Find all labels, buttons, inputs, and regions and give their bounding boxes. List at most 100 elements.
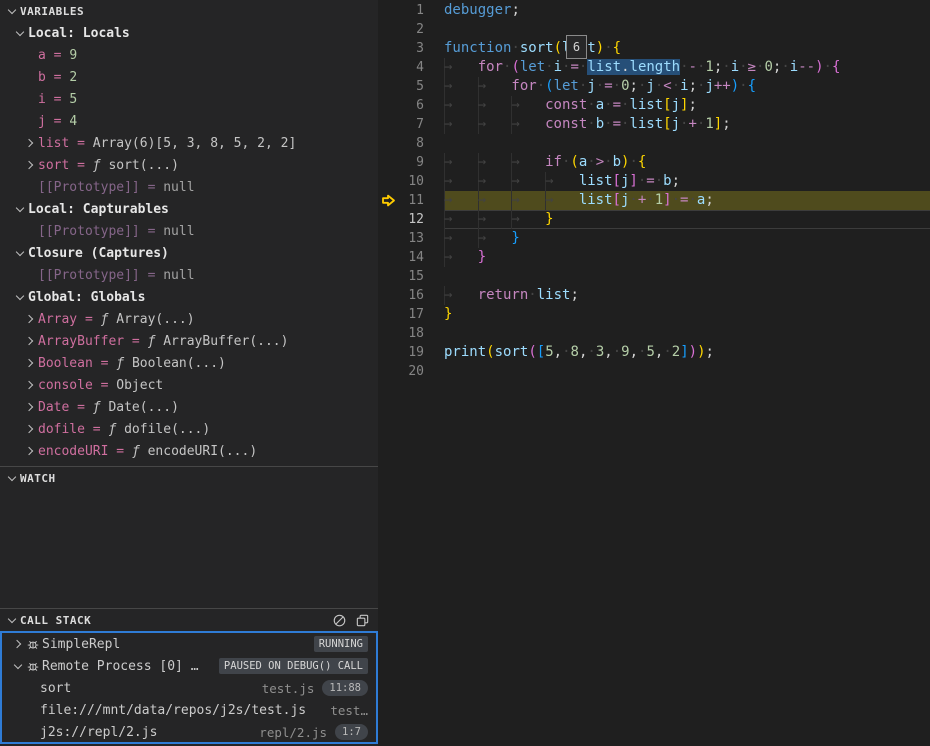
variable-row[interactable]: b = 2 <box>0 66 378 88</box>
line-number[interactable]: 1 <box>398 1 424 20</box>
gutter-margin[interactable] <box>378 210 398 229</box>
code-line-content[interactable] <box>444 362 930 381</box>
variable-row[interactable]: j = 4 <box>0 110 378 132</box>
variable-row[interactable]: console = Object <box>0 374 378 396</box>
line-number[interactable]: 16 <box>398 286 424 305</box>
gutter-margin[interactable] <box>378 39 398 58</box>
call-stack-panel-header[interactable]: CALL STACK <box>0 609 378 631</box>
code-line[interactable]: 11 list[j·+·1]·=·a; <box>378 191 930 210</box>
gutter-margin[interactable] <box>378 153 398 172</box>
code-line-content[interactable]: function·sort(list)·{6 <box>444 39 930 58</box>
line-number[interactable]: 20 <box>398 362 424 381</box>
variable-row[interactable]: [[Prototype]] = null <box>0 220 378 242</box>
code-line-content[interactable]: } <box>444 305 930 324</box>
gutter-margin[interactable] <box>378 1 398 20</box>
call-stack-session-row[interactable]: SimpleReplRUNNING <box>2 633 376 655</box>
scope-row[interactable]: Local: Capturables <box>0 198 378 220</box>
code-line[interactable]: 1 debugger; <box>378 1 930 20</box>
variable-row[interactable]: dofile = ƒ dofile(...) <box>0 418 378 440</box>
variable-row[interactable]: Boolean = ƒ Boolean(...) <box>0 352 378 374</box>
line-number[interactable]: 11 <box>398 191 424 210</box>
gutter-margin[interactable] <box>378 362 398 381</box>
line-number[interactable]: 13 <box>398 229 424 248</box>
code-line[interactable]: 14} <box>378 248 930 267</box>
gutter-margin[interactable] <box>378 286 398 305</box>
variable-row[interactable]: Array = ƒ Array(...) <box>0 308 378 330</box>
code-line-content[interactable]: debugger; <box>444 1 930 20</box>
gutter-margin[interactable] <box>378 96 398 115</box>
code-line-content[interactable]: if·(a·>·b)·{ <box>444 153 930 172</box>
code-line-content[interactable]: for·(let·i·=·list.length·-·1;·i·≥·0;·i--… <box>444 58 930 77</box>
code-line-content[interactable] <box>444 267 930 286</box>
code-line-content[interactable]: const·a·=·list[j]; <box>444 96 930 115</box>
scope-row[interactable]: Global: Globals <box>0 286 378 308</box>
code-line-content[interactable]: } <box>444 229 930 248</box>
gutter-margin[interactable] <box>378 305 398 324</box>
code-line[interactable]: 4 for·(let·i·=·list.length·-·1;·i·≥·0;·i-… <box>378 58 930 77</box>
variable-row[interactable]: ArrayBuffer = ƒ ArrayBuffer(...) <box>0 330 378 352</box>
gutter-margin[interactable] <box>378 324 398 343</box>
line-number[interactable]: 18 <box>398 324 424 343</box>
variable-row[interactable]: sort = ƒ sort(...) <box>0 154 378 176</box>
watch-panel-header[interactable]: WATCH <box>0 467 378 489</box>
code-line-content[interactable]: list[j·+·1]·=·a; <box>444 191 930 210</box>
line-number[interactable]: 15 <box>398 267 424 286</box>
code-line-content[interactable] <box>444 20 930 39</box>
gutter-margin[interactable] <box>378 134 398 153</box>
line-number[interactable]: 12 <box>398 210 424 229</box>
code-line-content[interactable] <box>444 134 930 153</box>
line-number[interactable]: 8 <box>398 134 424 153</box>
call-stack-frame-row[interactable]: j2s://repl/2.jsrepl/2.js1:7 <box>2 721 376 743</box>
code-line-content[interactable]: return·list; <box>444 286 930 305</box>
code-line-content[interactable]: const·b·=·list[j·+·1]; <box>444 115 930 134</box>
line-number[interactable]: 9 <box>398 153 424 172</box>
line-number[interactable]: 10 <box>398 172 424 191</box>
gutter-margin[interactable] <box>378 20 398 39</box>
code-line-content[interactable]: } <box>444 210 930 229</box>
variable-row[interactable]: list = Array(6)[5, 3, 8, 5, 2, 2] <box>0 132 378 154</box>
variable-row[interactable]: a = 9 <box>0 44 378 66</box>
code-line-content[interactable]: } <box>444 248 930 267</box>
line-number[interactable]: 3 <box>398 39 424 58</box>
line-number[interactable]: 19 <box>398 343 424 362</box>
variable-row[interactable]: [[Prototype]] = null <box>0 264 378 286</box>
code-line-content[interactable] <box>444 324 930 343</box>
code-line[interactable]: 2 <box>378 20 930 39</box>
code-line[interactable]: 7const·b·=·list[j·+·1]; <box>378 115 930 134</box>
call-stack-frame-row[interactable]: file:///mnt/data/repos/j2s/test.jstest… <box>2 699 376 721</box>
code-line[interactable]: 17} <box>378 305 930 324</box>
variable-row[interactable]: i = 5 <box>0 88 378 110</box>
code-line[interactable]: 15 <box>378 267 930 286</box>
circle-slash-icon[interactable] <box>332 613 347 628</box>
code-line[interactable]: 5 for·(let·j·=·0;·j·<·i;·j++)·{ <box>378 77 930 96</box>
code-line[interactable]: 18 <box>378 324 930 343</box>
variable-row[interactable]: [[Prototype]] = null <box>0 176 378 198</box>
gutter-margin[interactable] <box>378 248 398 267</box>
code-line-content[interactable]: for·(let·j·=·0;·j·<·i;·j++)·{ <box>444 77 930 96</box>
code-line[interactable]: 9 if·(a·>·b)·{ <box>378 153 930 172</box>
line-number[interactable]: 4 <box>398 58 424 77</box>
line-number[interactable]: 2 <box>398 20 424 39</box>
code-line[interactable]: 10 list[j]·=·b; <box>378 172 930 191</box>
code-line[interactable]: 6 const·a·=·list[j]; <box>378 96 930 115</box>
variable-row[interactable]: encodeURI = ƒ encodeURI(...) <box>0 440 378 462</box>
code-line[interactable]: 20 <box>378 362 930 381</box>
variable-row[interactable]: Date = ƒ Date(...) <box>0 396 378 418</box>
code-line-content[interactable]: print(sort([5,·8,·3,·9,·5,·2])); <box>444 343 930 362</box>
code-line-content[interactable]: list[j]·=·b; <box>444 172 930 191</box>
gutter-margin[interactable] <box>378 172 398 191</box>
gutter-margin[interactable] <box>378 267 398 286</box>
gutter-margin[interactable] <box>378 343 398 362</box>
gutter-margin[interactable] <box>378 229 398 248</box>
gutter-margin[interactable] <box>378 58 398 77</box>
gutter-margin[interactable] <box>378 115 398 134</box>
line-number[interactable]: 6 <box>398 96 424 115</box>
variables-panel-header[interactable]: VARIABLES <box>0 0 378 22</box>
line-number[interactable]: 17 <box>398 305 424 324</box>
scope-row[interactable]: Closure (Captures) <box>0 242 378 264</box>
line-number[interactable]: 5 <box>398 77 424 96</box>
code-editor[interactable]: 1 debugger; 23 function·sort(list)·{6 4 for·(… <box>378 0 930 746</box>
call-stack-session-row[interactable]: Remote Process [0] …PAUSED ON DEBUG() CA… <box>2 655 376 677</box>
gutter-margin[interactable] <box>378 77 398 96</box>
code-line[interactable]: 8 <box>378 134 930 153</box>
